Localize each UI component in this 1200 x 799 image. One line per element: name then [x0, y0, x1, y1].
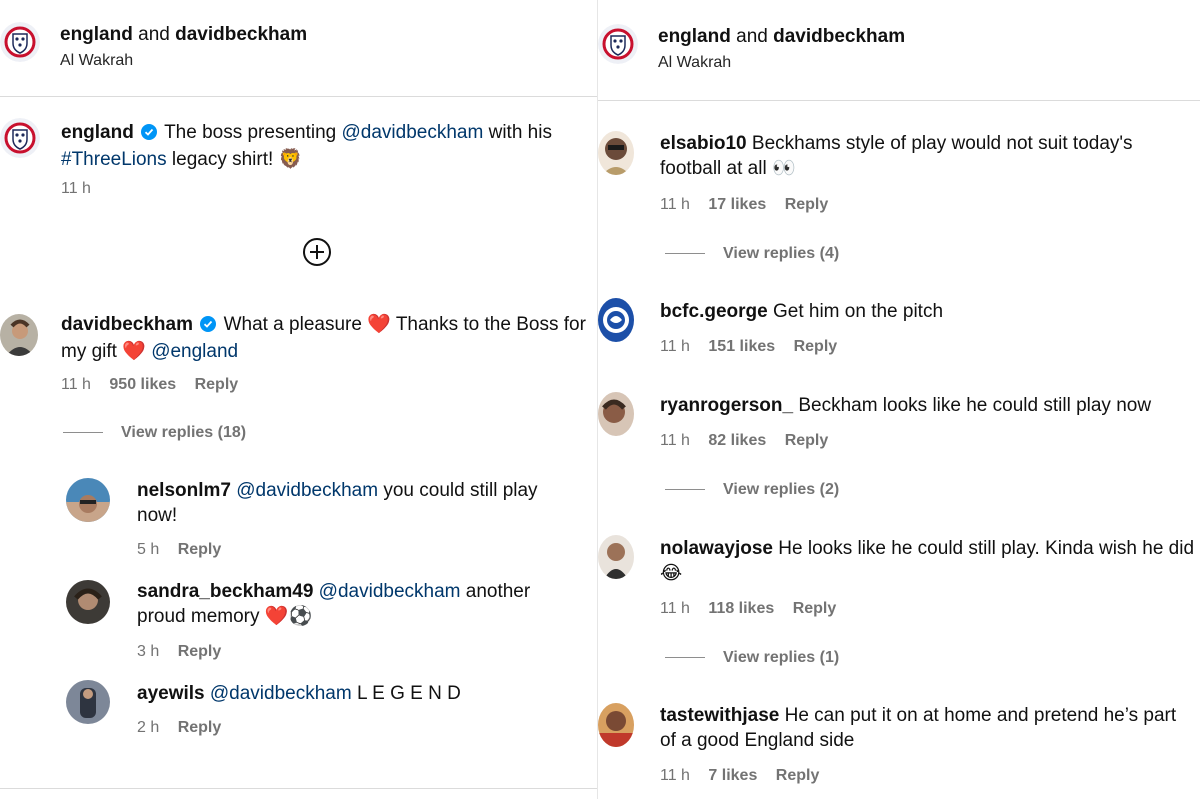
reply-button[interactable]: Reply: [178, 643, 222, 660]
heart-football-emoji: ❤️⚽: [264, 605, 313, 627]
comment-meta: 11 h 151 likes Reply: [660, 338, 838, 355]
reply-meta: 5 h Reply: [137, 541, 222, 558]
post-header: england and davidbeckham Al Wakrah: [598, 0, 1200, 101]
heart-emoji: ❤️: [367, 313, 391, 335]
divider: [0, 788, 597, 789]
comment-username[interactable]: tastewithjase: [660, 705, 779, 726]
comment-bcfc-george: bcfc.george Get him on the pitch: [660, 301, 944, 322]
comment-meta: 11 h 950 likes Reply: [61, 376, 239, 393]
comment-username[interactable]: bcfc.george: [660, 301, 768, 322]
nelsonlm7-avatar[interactable]: [66, 478, 110, 522]
reply-button[interactable]: Reply: [793, 600, 837, 617]
england-avatar[interactable]: [598, 24, 638, 64]
comment-username[interactable]: ryanrogerson_: [660, 395, 793, 416]
reply-mention[interactable]: @davidbeckham: [236, 480, 378, 501]
reply-button[interactable]: Reply: [785, 196, 829, 213]
likes-count[interactable]: 950 likes: [109, 376, 176, 393]
view-replies-button[interactable]: View replies (2): [665, 481, 839, 499]
comment-elsabio10: elsabio10 Beckhams style of play would n…: [660, 133, 1133, 179]
likes-count[interactable]: 17 likes: [708, 196, 766, 213]
england-avatar[interactable]: [0, 22, 40, 62]
post-location[interactable]: Al Wakrah: [60, 52, 133, 70]
post-caption: england The boss presenting @davidbeckha…: [61, 122, 552, 170]
load-more-comments-button[interactable]: [302, 237, 332, 267]
likes-count[interactable]: 118 likes: [708, 600, 774, 617]
right-panel: england and davidbeckham Al Wakrah elsab…: [598, 0, 1200, 799]
comment-meta: 11 h 7 likes Reply: [660, 767, 820, 784]
view-replies-button[interactable]: View replies (18): [63, 424, 246, 442]
comment-username[interactable]: elsabio10: [660, 133, 747, 154]
reply-username[interactable]: nelsonlm7: [137, 480, 231, 501]
reply-button[interactable]: Reply: [178, 541, 222, 558]
comment-meta: 11 h 17 likes Reply: [660, 196, 829, 213]
post-author-names[interactable]: england and davidbeckham: [60, 24, 307, 46]
verified-badge-icon: [200, 314, 217, 339]
caption-hashtag[interactable]: #ThreeLions: [61, 149, 167, 170]
heart-emoji: ❤️: [122, 340, 146, 362]
caption-username[interactable]: england: [61, 122, 134, 143]
post-location[interactable]: Al Wakrah: [658, 54, 731, 72]
reply-button[interactable]: Reply: [178, 719, 222, 736]
reply-button[interactable]: Reply: [776, 767, 820, 784]
left-panel: england and davidbeckham Al Wakrah engla…: [0, 0, 598, 799]
elsabio10-avatar[interactable]: [598, 131, 634, 175]
post-author-names[interactable]: england and davidbeckham: [658, 26, 905, 48]
comment-mention[interactable]: @england: [151, 341, 238, 362]
reply-meta: 2 h Reply: [137, 719, 222, 736]
comment-meta: 11 h 118 likes Reply: [660, 600, 837, 617]
view-replies-button[interactable]: View replies (1): [665, 649, 839, 667]
reply-nelsonlm7: nelsonlm7 @davidbeckham you could still …: [137, 480, 538, 526]
reply-username[interactable]: sandra_beckham49: [137, 581, 313, 602]
nolawayjose-avatar[interactable]: [598, 535, 634, 579]
sandra-beckham49-avatar[interactable]: [66, 580, 110, 624]
comment-davidbeckham: davidbeckham What a pleasure ❤️ Thanks t…: [61, 313, 586, 362]
tastewithjase-avatar[interactable]: [598, 703, 634, 747]
davidbeckham-avatar[interactable]: [0, 314, 38, 356]
reply-username[interactable]: ayewils: [137, 683, 205, 704]
view-replies-button[interactable]: View replies (4): [665, 245, 839, 263]
bcfc-george-avatar[interactable]: [598, 298, 634, 342]
reply-button[interactable]: Reply: [785, 432, 829, 449]
reply-button[interactable]: Reply: [794, 338, 838, 355]
plus-circle-icon: [303, 238, 331, 266]
comment-tastewithjase: tastewithjase He can put it on at home a…: [660, 705, 1177, 751]
ryanrogerson-avatar[interactable]: [598, 392, 634, 436]
comment-username[interactable]: nolawayjose: [660, 538, 773, 559]
comment-username[interactable]: davidbeckham: [61, 314, 193, 335]
caption-time: 11 h: [61, 180, 91, 197]
comment-meta: 11 h 82 likes Reply: [660, 432, 829, 449]
reply-meta: 3 h Reply: [137, 643, 222, 660]
reply-sandra-beckham49: sandra_beckham49 @davidbeckham another p…: [137, 581, 531, 627]
reply-ayewils: ayewils @davidbeckham L E G E N D: [137, 683, 461, 704]
reply-button[interactable]: Reply: [195, 376, 239, 393]
post-header: england and davidbeckham Al Wakrah: [0, 0, 597, 97]
caption-mention[interactable]: @davidbeckham: [342, 122, 484, 143]
lion-emoji: 🦁: [278, 148, 303, 170]
comment-ryanrogerson: ryanrogerson_ Beckham looks like he coul…: [660, 395, 1152, 416]
reply-mention[interactable]: @davidbeckham: [319, 581, 461, 602]
laughing-emoji: 😂: [660, 562, 683, 584]
reply-mention[interactable]: @davidbeckham: [210, 683, 352, 704]
england-avatar[interactable]: [0, 118, 40, 158]
likes-count[interactable]: 151 likes: [708, 338, 775, 355]
likes-count[interactable]: 82 likes: [708, 432, 766, 449]
verified-badge-icon: [141, 122, 158, 147]
likes-count[interactable]: 7 likes: [708, 767, 757, 784]
eyes-emoji: 👀: [771, 157, 796, 179]
ayewils-avatar[interactable]: [66, 680, 110, 724]
comment-nolawayjose: nolawayjose He looks like he could still…: [660, 538, 1195, 584]
